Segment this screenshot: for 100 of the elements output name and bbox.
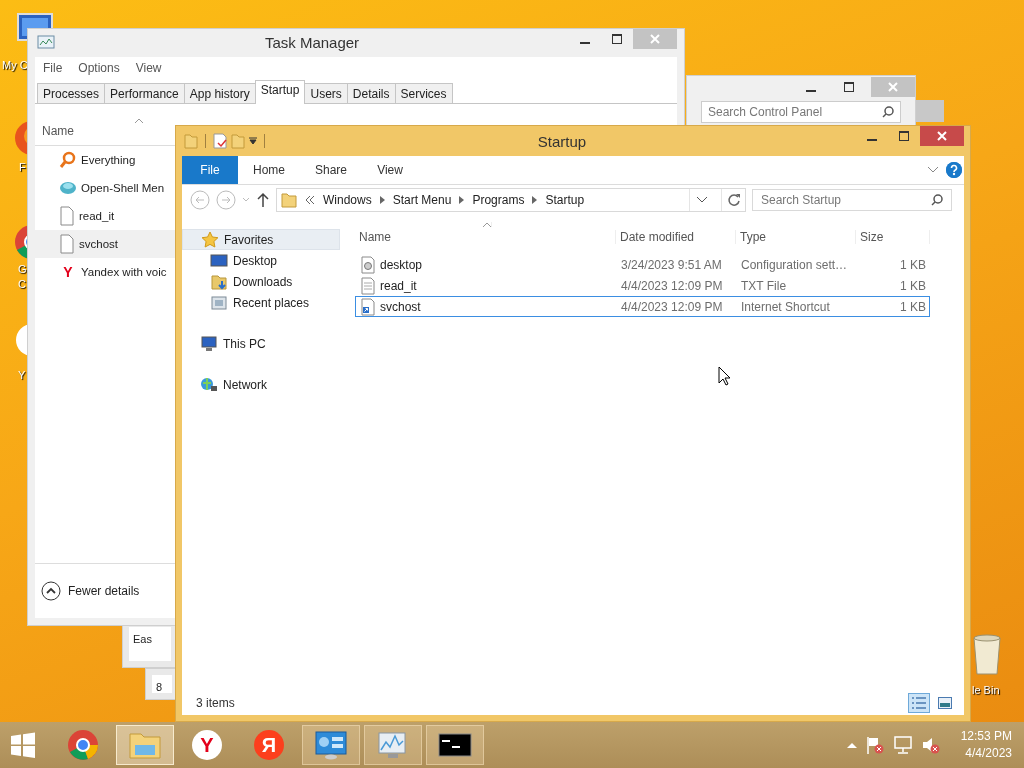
nav-item[interactable]: Recent places [182,292,340,313]
desktop-icon-label: F [19,160,26,175]
dropdown-icon [249,137,257,145]
details-view-button[interactable] [908,693,930,713]
menu-item[interactable]: Options [70,61,128,75]
taskbar-app[interactable]: Я [240,725,298,765]
item-count: 3 items [196,696,235,710]
ribbon-tab[interactable]: File [182,156,238,184]
nav-item[interactable]: Desktop [182,250,340,271]
desktop-icon-label: Y [18,368,25,383]
separator-arrow-icon [532,196,538,204]
app-name: Open-Shell Men [81,182,165,194]
close-icon [650,34,660,44]
file-row[interactable]: svchost 4/4/2023 12:09 PM Internet Shortcut 1 KB [355,296,930,317]
file-row[interactable]: read_it 4/4/2023 12:09 PM TXT File 1 KB [355,275,930,296]
nav-item[interactable]: This PC [182,333,340,354]
properties-icon [213,133,227,149]
network-icon [200,376,218,393]
date-cell-text: 4/4/2023 12:09 PM [620,278,724,293]
type-cell-text: TXT File [740,278,788,293]
size-cell-text: 1 KB [899,278,927,293]
help-button[interactable] [946,162,962,178]
file-name: svchost [380,299,421,314]
startup-row[interactable]: Open-Shell Men [35,174,175,202]
tab[interactable]: Services [394,83,453,103]
new-folder-icon [231,133,245,149]
fewer-details-button[interactable]: Fewer details [35,581,146,601]
tab[interactable]: Processes [37,83,106,103]
gear-file-icon [360,255,376,274]
file-row[interactable]: desktop 3/24/2023 9:51 AM Configuration sett… 1 KB [355,254,930,275]
picture-view-icon [938,697,952,709]
menu-item[interactable]: View [127,61,170,75]
details-list-icon [911,696,927,710]
app-name: svchost [79,238,118,250]
close-icon [937,131,947,141]
column-header[interactable]: Date modified [616,230,736,244]
expand-ribbon-icon [928,167,938,173]
folder-icon [184,133,198,149]
nav-item[interactable]: Network [182,374,340,395]
file-name: read_it [380,278,417,293]
breadcrumb[interactable]: Startup [545,193,585,207]
startup-row[interactable]: svchost [35,230,175,258]
sort-caret-icon [483,222,491,227]
close-button[interactable] [920,126,964,146]
column-header[interactable]: Type [736,230,856,244]
up-button[interactable] [256,192,270,208]
minimize-icon [806,89,816,92]
tab[interactable]: Performance [104,83,185,103]
tab[interactable]: Details [346,83,396,103]
window-title: Task Manager [263,33,361,51]
breadcrumb[interactable]: Programs [472,193,525,207]
ribbon-tab[interactable]: Home [238,156,300,184]
chrome-icon [66,728,100,762]
tab[interactable]: App history [183,83,256,103]
breadcrumb[interactable]: Windows [323,193,372,207]
search-icon [931,194,943,206]
nav-item[interactable]: Favorites [182,229,340,250]
startup-row[interactable]: Y Yandex with voic [35,258,175,286]
address-bar[interactable]: Windows Start Menu Programs Startup [276,188,746,212]
nav-item[interactable]: Downloads [182,271,340,292]
type-cell-text: Internet Shortcut [740,299,831,314]
document-icon [59,206,75,226]
tab[interactable]: Users [304,83,348,103]
column-header[interactable]: Name [42,124,74,138]
maximize-icon [899,131,909,141]
separator-arrow-icon [459,196,465,204]
recent-places-icon [210,293,228,312]
close-icon [888,82,898,92]
date-cell-text: 3/24/2023 9:51 AM [620,257,723,272]
maximize-icon [844,82,854,92]
control-panel-icon [314,730,348,760]
star-icon [201,230,219,249]
text-file-icon [360,276,376,295]
ribbon-tab[interactable]: Share [300,156,363,184]
app-logo: Y [192,730,222,760]
tab[interactable]: Startup [254,80,306,104]
startup-row[interactable]: Everything [35,146,175,174]
search-field[interactable]: Search Startup [752,189,952,211]
column-header[interactable]: Name [355,230,616,244]
startup-row[interactable]: read_it [35,202,175,230]
taskbar-app[interactable] [426,725,484,765]
search-icon [882,106,894,118]
size-cell-text: 1 KB [899,299,927,314]
column-header[interactable]: Size [856,230,930,244]
computer-icon [200,335,218,352]
network-icon [892,735,913,755]
sort-caret-icon [135,118,143,123]
menu-item[interactable]: File [35,61,71,75]
type-cell-text: Configuration sett… [740,257,849,272]
desktop-icon-label: le Bin [972,683,1000,698]
breadcrumb[interactable]: Start Menu [392,193,452,207]
document-icon [59,234,75,254]
size-cell-text: 1 KB [899,257,927,272]
show-hidden-icons-icon [846,742,857,748]
app-name: read_it [79,210,115,222]
search-field[interactable]: Search Control Panel [701,101,901,123]
taskbar-app[interactable]: Y [178,725,236,765]
magnifier-icon [59,151,77,169]
recycle-bin-icon [970,632,1004,676]
ribbon-tab[interactable]: View [362,156,419,184]
